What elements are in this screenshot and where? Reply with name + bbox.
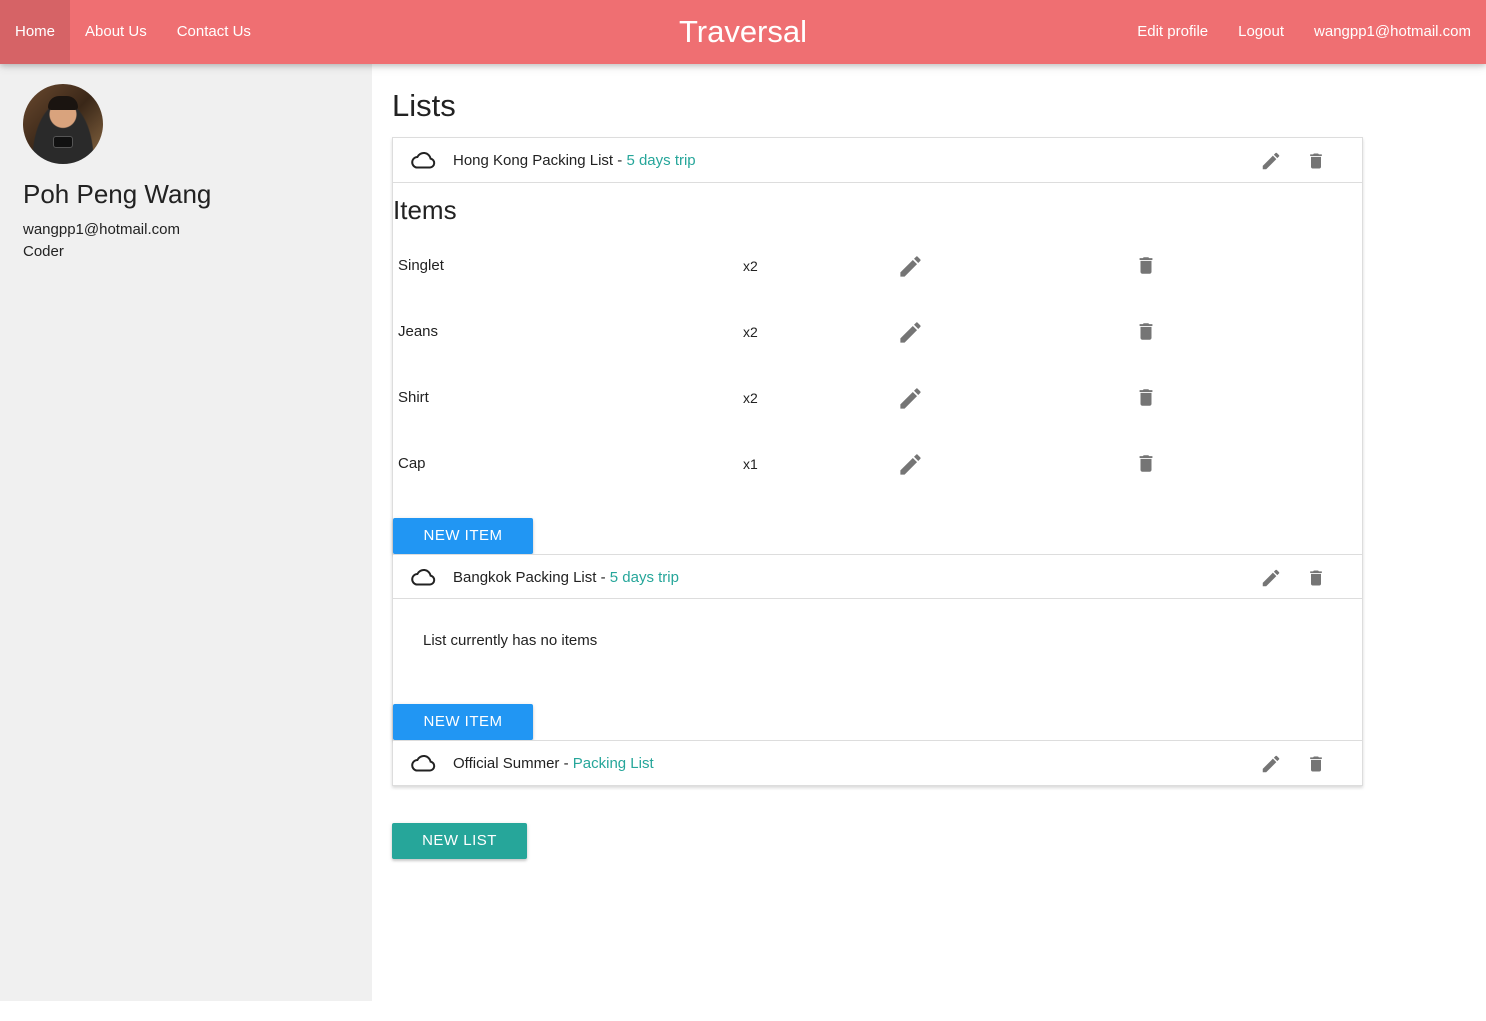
list-item-row: Singlet x2 bbox=[393, 251, 1362, 317]
list-item-row: Cap x1 bbox=[393, 449, 1362, 515]
trash-icon[interactable] bbox=[1135, 384, 1157, 411]
avatar bbox=[23, 84, 103, 164]
trash-icon[interactable] bbox=[1306, 150, 1326, 172]
trash-icon[interactable] bbox=[1135, 450, 1157, 477]
new-item-button[interactable]: NEW ITEM bbox=[393, 518, 533, 554]
top-navbar: Home About Us Contact Us Traversal Edit … bbox=[0, 0, 1486, 64]
nav-contact-link[interactable]: Contact Us bbox=[162, 0, 266, 64]
nav-edit-profile-link[interactable]: Edit profile bbox=[1122, 0, 1223, 64]
cloud-icon bbox=[411, 152, 436, 169]
item-name: Singlet bbox=[398, 257, 444, 274]
item-quantity: x2 bbox=[743, 258, 758, 274]
list-header-official-summer[interactable]: Official Summer - Packing List bbox=[393, 740, 1362, 785]
nav-about-link[interactable]: About Us bbox=[70, 0, 162, 64]
pencil-icon[interactable] bbox=[1260, 567, 1282, 589]
list-separator: - bbox=[613, 152, 627, 169]
pencil-icon[interactable] bbox=[897, 319, 924, 346]
item-quantity: x2 bbox=[743, 390, 758, 406]
pencil-icon[interactable] bbox=[897, 451, 924, 478]
profile-name: Poh Peng Wang bbox=[23, 179, 212, 209]
profile-sidebar: Poh Peng Wang wangpp1@hotmail.com Coder bbox=[0, 64, 372, 1001]
avatar-camera bbox=[53, 136, 73, 148]
list-separator: - bbox=[559, 755, 573, 772]
profile-role: Coder bbox=[23, 243, 64, 260]
pencil-icon[interactable] bbox=[897, 385, 924, 412]
list-header-hong-kong[interactable]: Hong Kong Packing List - 5 days trip bbox=[393, 138, 1362, 183]
item-name: Jeans bbox=[398, 323, 439, 340]
trash-icon[interactable] bbox=[1306, 567, 1326, 589]
avatar-hair bbox=[48, 96, 78, 110]
nav-home-link[interactable]: Home bbox=[0, 0, 71, 64]
list-subtitle: 5 days trip bbox=[609, 569, 679, 586]
item-quantity: x1 bbox=[743, 456, 758, 472]
trash-icon[interactable] bbox=[1306, 753, 1326, 775]
list-subtitle: 5 days trip bbox=[626, 152, 696, 169]
new-item-button[interactable]: NEW ITEM bbox=[393, 704, 533, 740]
list-title: Bangkok Packing List - 5 days trip bbox=[453, 555, 679, 600]
list-subtitle: Packing List bbox=[572, 755, 654, 772]
pencil-icon[interactable] bbox=[897, 253, 924, 280]
item-name: Cap bbox=[398, 455, 426, 472]
nav-logout-link[interactable]: Logout bbox=[1223, 0, 1299, 64]
page-title: Lists bbox=[392, 88, 456, 123]
list-title: Official Summer - Packing List bbox=[453, 741, 654, 786]
nav-right-links: Edit profile Logout wangpp1@hotmail.com bbox=[1122, 0, 1486, 64]
items-heading: Items bbox=[393, 195, 457, 225]
profile-email: wangpp1@hotmail.com bbox=[23, 221, 180, 238]
list-separator: - bbox=[596, 569, 610, 586]
pencil-icon[interactable] bbox=[1260, 753, 1282, 775]
list-item-row: Jeans x2 bbox=[393, 317, 1362, 383]
list-name: Official Summer bbox=[453, 755, 560, 772]
cloud-icon bbox=[411, 755, 436, 772]
cloud-icon bbox=[411, 569, 436, 586]
nav-user-email-link[interactable]: wangpp1@hotmail.com bbox=[1299, 0, 1486, 64]
nav-left-links: Home About Us Contact Us bbox=[0, 0, 266, 64]
new-list-button[interactable]: NEW LIST bbox=[392, 823, 527, 859]
item-name: Shirt bbox=[398, 389, 429, 406]
list-title: Hong Kong Packing List - 5 days trip bbox=[453, 138, 696, 183]
list-header-bangkok[interactable]: Bangkok Packing List - 5 days trip bbox=[393, 554, 1362, 599]
list-name: Hong Kong Packing List bbox=[453, 152, 614, 169]
list-name: Bangkok Packing List bbox=[453, 569, 597, 586]
item-quantity: x2 bbox=[743, 324, 758, 340]
empty-list-message: List currently has no items bbox=[423, 632, 598, 649]
trash-icon[interactable] bbox=[1135, 318, 1157, 345]
brand-logo[interactable]: Traversal bbox=[679, 14, 807, 49]
list-item-row: Shirt x2 bbox=[393, 383, 1362, 449]
trash-icon[interactable] bbox=[1135, 252, 1157, 279]
lists-collection: Hong Kong Packing List - 5 days trip Ite… bbox=[392, 137, 1363, 786]
pencil-icon[interactable] bbox=[1260, 150, 1282, 172]
